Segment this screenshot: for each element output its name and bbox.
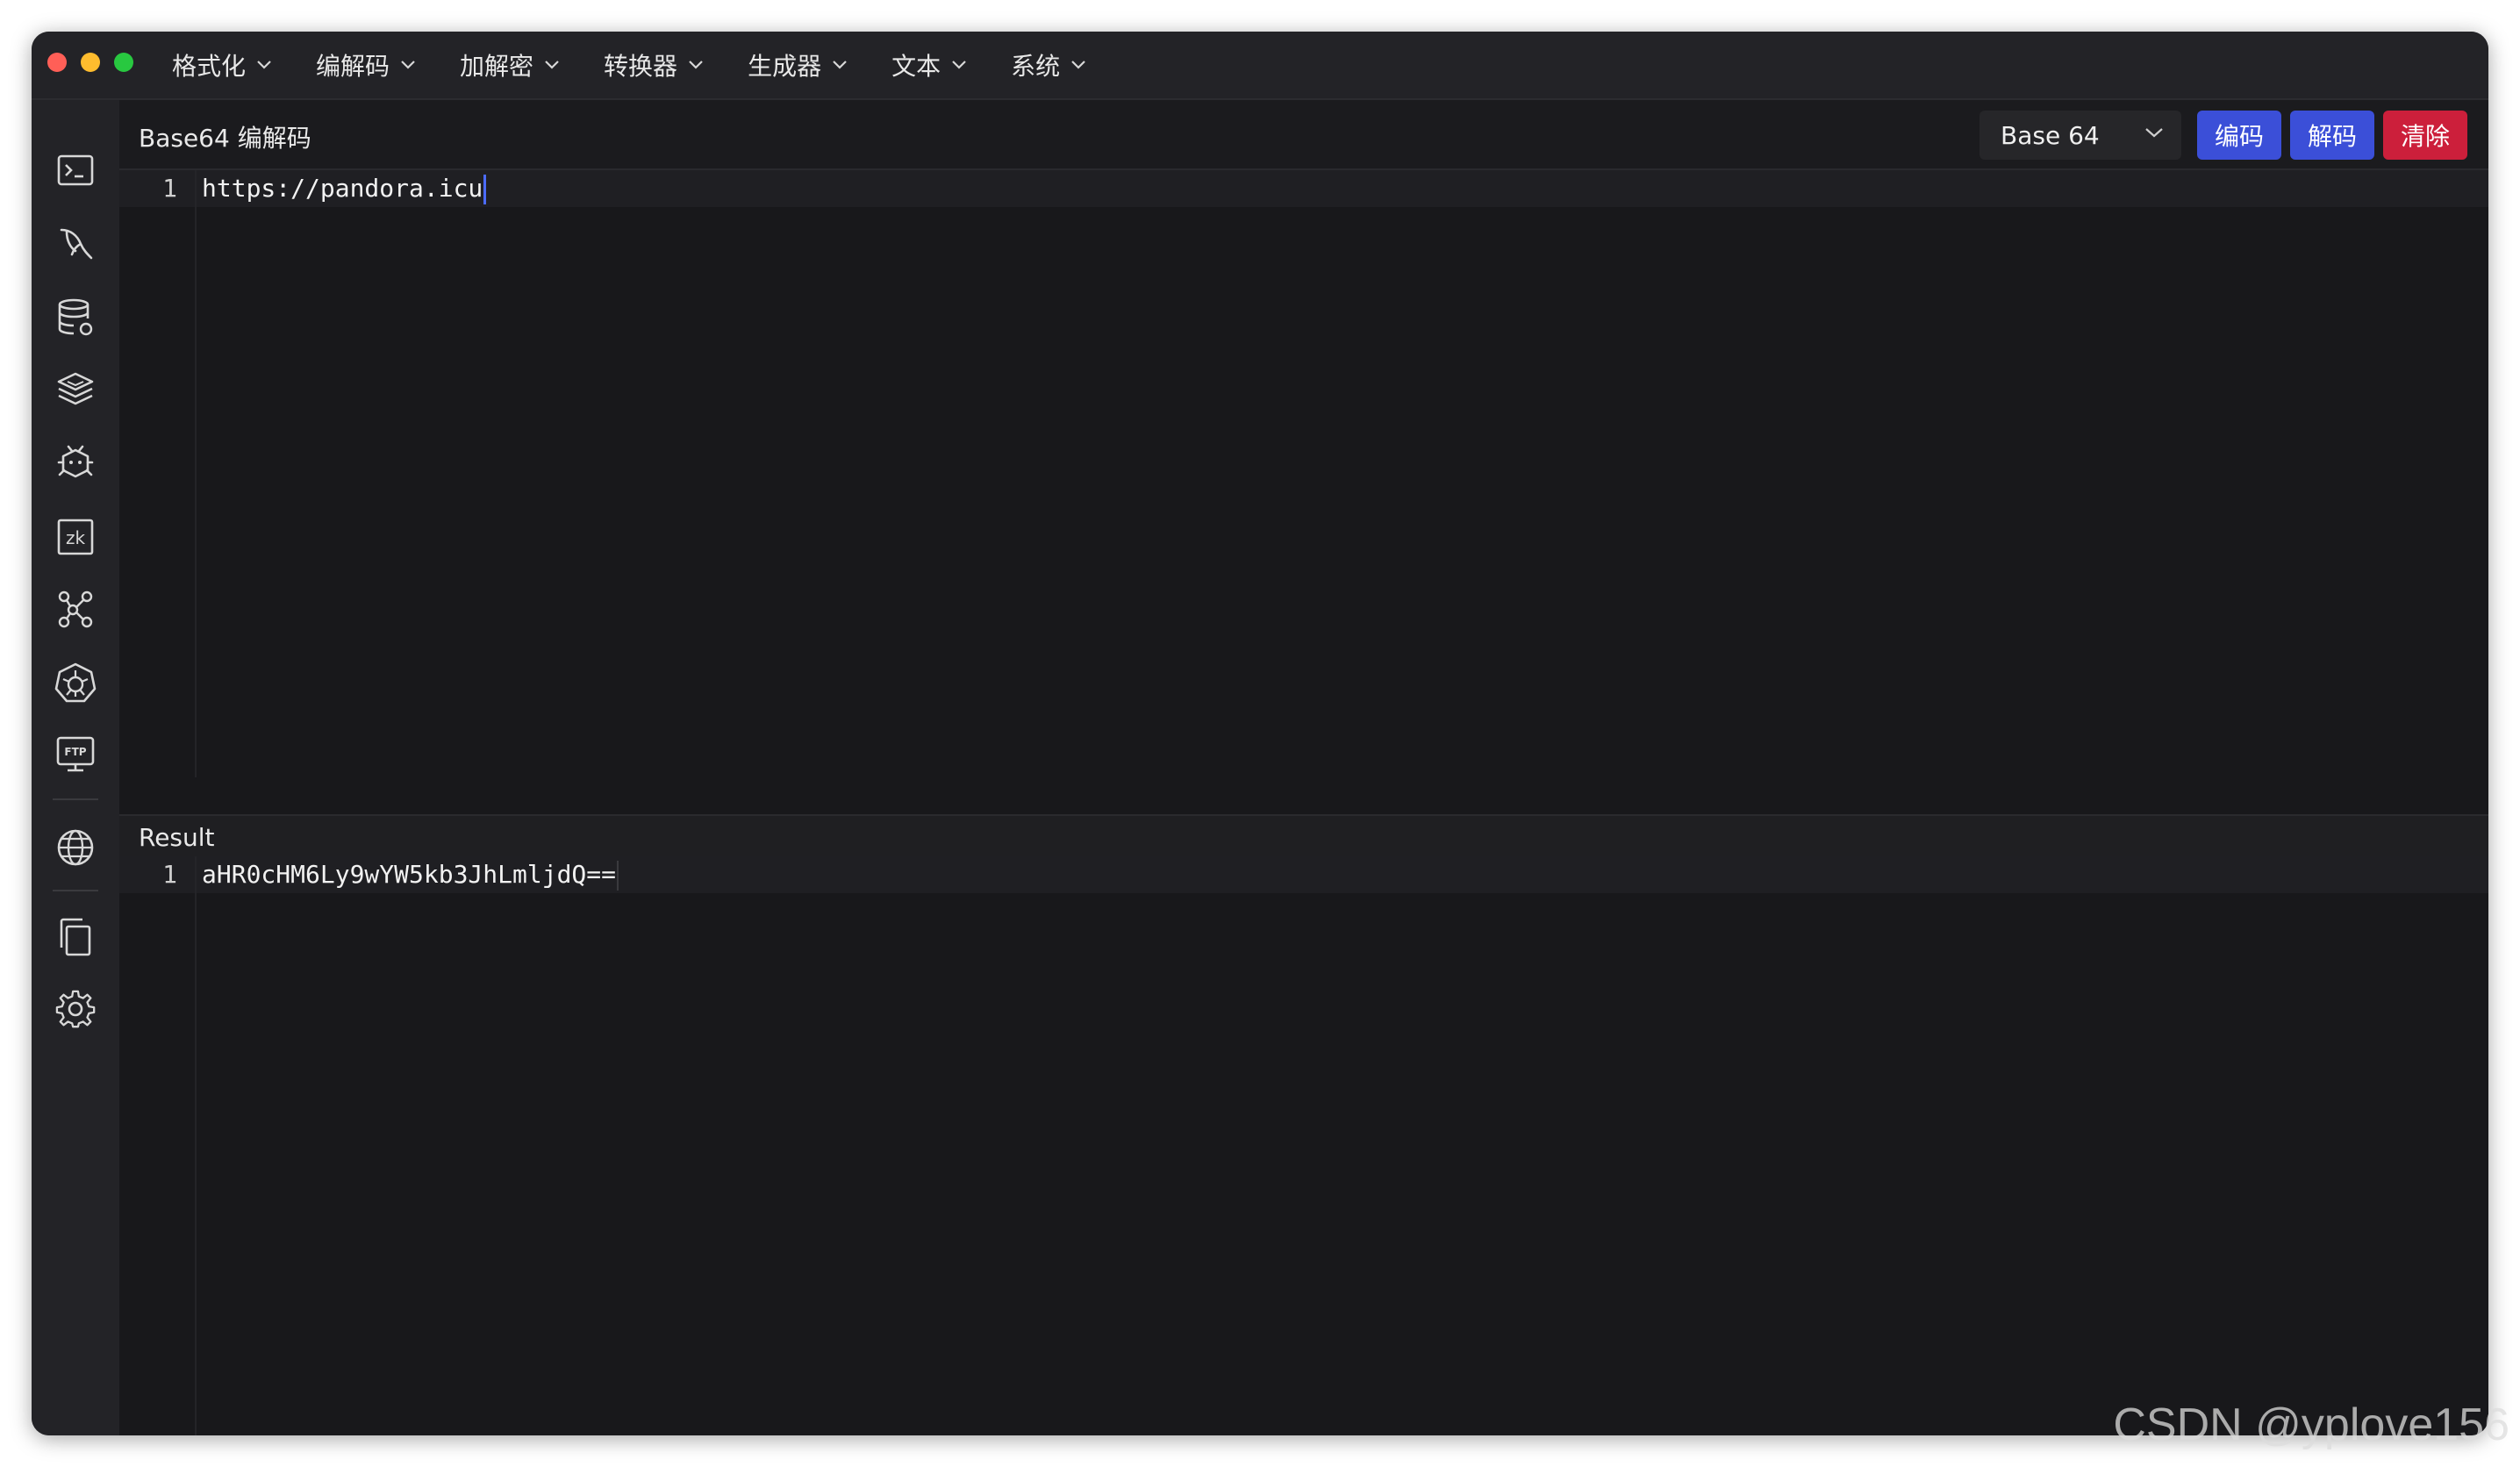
line-number: 1 bbox=[162, 174, 177, 203]
ftp-icon[interactable]: FTP bbox=[54, 734, 97, 776]
line-number: 1 bbox=[162, 860, 177, 889]
menu-codec[interactable]: 编解码 bbox=[316, 47, 416, 82]
clear-button[interactable]: 清除 bbox=[2383, 111, 2467, 160]
menu-bar: 格式化 编解码 加解密 转换器 生成器 文本 系统 bbox=[172, 47, 1130, 82]
close-window-button[interactable] bbox=[47, 53, 67, 72]
menu-format[interactable]: 格式化 bbox=[172, 47, 272, 82]
result-text: aHR0cHM6Ly9wYW5kb3JhLmljdQ== bbox=[202, 860, 617, 889]
line-gutter bbox=[119, 856, 197, 1435]
globe-icon[interactable] bbox=[54, 827, 97, 869]
menu-crypto[interactable]: 加解密 bbox=[460, 47, 560, 82]
toolbar: Base64 编解码 Base 64 编码 解码 清除 bbox=[119, 100, 2488, 170]
result-editor[interactable]: 1 aHR0cHM6Ly9wYW5kb3JhLmljdQ== bbox=[119, 856, 2488, 1435]
titlebar: 格式化 编解码 加解密 转换器 生成器 文本 系统 bbox=[32, 32, 2488, 100]
app-window: 格式化 编解码 加解密 转换器 生成器 文本 系统 zk FTP Base64 … bbox=[32, 32, 2488, 1435]
result-label: Result bbox=[139, 823, 215, 852]
encoding-select[interactable]: Base 64 bbox=[1979, 111, 2181, 160]
main-panel: Base64 编解码 Base 64 编码 解码 清除 1 https://pa… bbox=[119, 100, 2488, 1435]
watermark: CSDN @yplove156 bbox=[2113, 1399, 2509, 1450]
menu-text[interactable]: 文本 bbox=[891, 47, 967, 82]
chevron-down-icon bbox=[952, 61, 966, 69]
minimize-window-button[interactable] bbox=[81, 53, 100, 72]
zookeeper-icon[interactable]: zk bbox=[54, 516, 97, 558]
gear-icon[interactable] bbox=[54, 988, 97, 1030]
decode-button[interactable]: 解码 bbox=[2290, 111, 2374, 160]
chevron-down-icon bbox=[545, 61, 559, 69]
menu-converter[interactable]: 转换器 bbox=[604, 47, 704, 82]
input-code-line[interactable]: https://pandora.icu bbox=[202, 172, 487, 205]
zookeeper-label: zk bbox=[66, 527, 85, 548]
copy-icon[interactable] bbox=[54, 916, 97, 958]
menu-system[interactable]: 系统 bbox=[1011, 47, 1086, 82]
chevron-down-icon bbox=[833, 61, 847, 69]
mysql-icon[interactable] bbox=[54, 223, 97, 265]
encode-button[interactable]: 编码 bbox=[2197, 111, 2281, 160]
encoding-select-value: Base 64 bbox=[2001, 120, 2100, 150]
layers-icon[interactable] bbox=[54, 369, 97, 411]
database-icon[interactable] bbox=[54, 297, 97, 339]
line-gutter bbox=[119, 170, 197, 777]
chevron-down-icon bbox=[1071, 61, 1085, 69]
chevron-down-icon bbox=[2145, 128, 2163, 138]
window-controls bbox=[47, 53, 133, 72]
maximize-window-button[interactable] bbox=[114, 53, 133, 72]
terminal-icon[interactable] bbox=[54, 149, 97, 191]
ftp-label: FTP bbox=[64, 746, 86, 758]
chevron-down-icon bbox=[401, 61, 415, 69]
sidebar: zk FTP bbox=[32, 100, 119, 1435]
sidebar-divider bbox=[53, 798, 98, 800]
result-code-line[interactable]: aHR0cHM6Ly9wYW5kb3JhLmljdQ== bbox=[202, 858, 619, 891]
text-caret bbox=[617, 861, 619, 891]
input-editor[interactable]: 1 https://pandora.icu bbox=[119, 170, 2488, 777]
chevron-down-icon bbox=[257, 61, 271, 69]
menu-generator[interactable]: 生成器 bbox=[748, 47, 848, 82]
input-text: https://pandora.icu bbox=[202, 174, 483, 203]
text-caret bbox=[483, 175, 487, 204]
page-title: Base64 编解码 bbox=[139, 124, 311, 153]
kubernetes-icon[interactable] bbox=[54, 662, 97, 704]
network-icon[interactable] bbox=[54, 588, 97, 630]
bug-icon[interactable] bbox=[54, 442, 97, 484]
chevron-down-icon bbox=[689, 61, 703, 69]
result-header: Result bbox=[119, 814, 2488, 856]
sidebar-divider bbox=[53, 890, 98, 891]
